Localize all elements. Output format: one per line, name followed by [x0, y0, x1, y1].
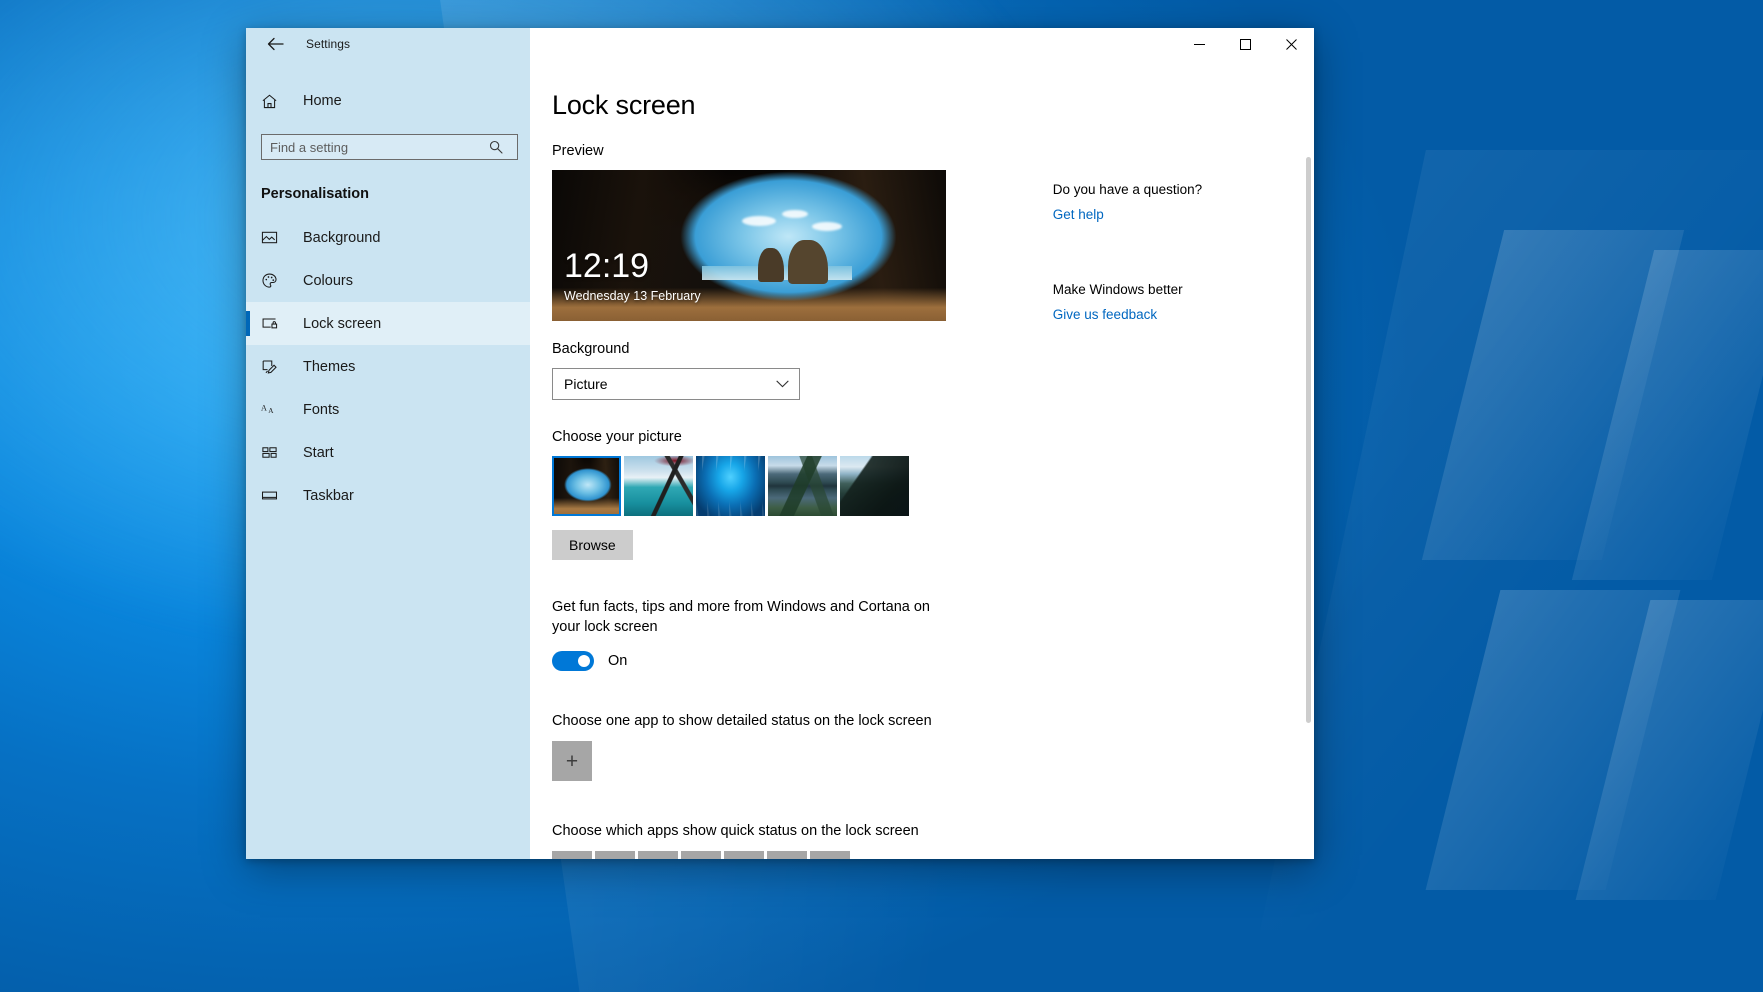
sidebar-item-background[interactable]: Background: [246, 216, 530, 259]
detailed-status-label: Choose one app to show detailed status o…: [552, 713, 932, 730]
title-bar: Settings: [246, 28, 1314, 60]
start-tiles-icon: [261, 444, 291, 461]
fun-facts-toggle[interactable]: [552, 651, 594, 672]
search-icon[interactable]: [487, 138, 505, 156]
background-dropdown-value: Picture: [564, 376, 608, 392]
help-question-heading: Do you have a question?: [1052, 182, 1203, 197]
mountain-lake-thumbnail[interactable]: [768, 456, 837, 516]
fun-facts-toggle-state: On: [608, 653, 628, 670]
add-quick-status-app-button[interactable]: +: [552, 851, 592, 859]
content-area: Lock screen Preview 12:19 Wednesday 13 F…: [530, 60, 1314, 859]
fun-facts-toggle-row: On: [552, 651, 1027, 672]
browse-button[interactable]: Browse: [552, 530, 633, 560]
sidebar-item-colours[interactable]: Colours: [246, 259, 530, 302]
quick-status-label: Choose which apps show quick status on t…: [552, 823, 919, 840]
palette-icon: [261, 272, 291, 289]
preview-cloud: [742, 216, 776, 226]
fonts-icon: A A: [261, 401, 291, 418]
preview-rock: [788, 240, 828, 284]
sidebar-item-home-label: Home: [303, 93, 342, 109]
sidebar-item-colours-label: Colours: [303, 272, 353, 289]
add-quick-status-app-button[interactable]: +: [810, 851, 850, 859]
sidebar-item-taskbar-label: Taskbar: [303, 487, 354, 504]
help-column: Do you have a question? Get help Make Wi…: [1027, 90, 1314, 859]
chevron-down-icon: [776, 380, 789, 388]
add-quick-status-app-button[interactable]: +: [681, 851, 721, 859]
sidebar-item-lock-screen[interactable]: Lock screen: [246, 302, 530, 345]
lagoon-thumbnail[interactable]: [624, 456, 693, 516]
window-title: Settings: [306, 37, 351, 51]
sidebar-item-taskbar[interactable]: Taskbar: [246, 474, 530, 517]
toggle-knob: [578, 655, 590, 668]
lock-screen-preview: 12:19 Wednesday 13 February: [552, 170, 946, 321]
sidebar-item-fonts[interactable]: A A Fonts: [246, 388, 530, 431]
quick-status-section: Choose which apps show quick status on t…: [552, 823, 1027, 859]
add-quick-status-app-button[interactable]: +: [595, 851, 635, 859]
sidebar-item-background-label: Background: [303, 229, 381, 246]
quick-status-slots: + + + + + + +: [552, 851, 1027, 859]
sidebar-item-start-label: Start: [303, 444, 334, 461]
back-button[interactable]: [258, 29, 292, 59]
coastal-cliff-thumbnail[interactable]: [840, 456, 909, 516]
help-feedback-block: Make Windows better Give us feedback: [1053, 282, 1314, 324]
page-title: Lock screen: [552, 90, 696, 120]
choose-picture-label: Choose your picture: [552, 429, 682, 445]
preview-label: Preview: [552, 143, 604, 159]
svg-text:A: A: [268, 407, 274, 415]
cave-beach-thumbnail[interactable]: [552, 456, 621, 516]
taskbar-icon: [261, 487, 291, 504]
window-body: Home Personalisation: [246, 60, 1314, 859]
fun-facts-description: Get fun facts, tips and more from Window…: [552, 599, 930, 635]
sidebar-category-title: Personalisation: [261, 186, 369, 202]
close-button[interactable]: [1268, 28, 1314, 60]
sidebar-item-home[interactable]: Home: [246, 82, 530, 120]
ice-cave-thumbnail[interactable]: [696, 456, 765, 516]
background-dropdown[interactable]: Picture: [552, 368, 800, 400]
content-scrollbar[interactable]: [1303, 60, 1314, 859]
window-controls: [530, 28, 1314, 60]
add-quick-status-app-button[interactable]: +: [724, 851, 764, 859]
sidebar-item-themes[interactable]: Themes: [246, 345, 530, 388]
main-column: Lock screen Preview 12:19 Wednesday 13 F…: [530, 90, 1027, 859]
help-feedback-heading: Make Windows better: [1052, 282, 1183, 297]
settings-sidebar: Home Personalisation: [246, 60, 530, 859]
svg-text:A: A: [261, 403, 267, 412]
detailed-status-slots: +: [552, 741, 1027, 782]
add-quick-status-app-button[interactable]: +: [767, 851, 807, 859]
preview-cloud: [812, 222, 842, 231]
preview-clock: 12:19: [564, 247, 650, 285]
preview-rock: [758, 248, 784, 282]
minimize-button[interactable]: [1176, 28, 1222, 60]
add-quick-status-app-button[interactable]: +: [638, 851, 678, 859]
add-detailed-status-app-button[interactable]: +: [552, 741, 592, 782]
picture-thumbnail-list: [552, 456, 1027, 516]
lock-screen-icon: [261, 315, 291, 332]
get-help-link[interactable]: Get help: [1053, 207, 1104, 222]
brush-icon: [261, 358, 291, 375]
title-bar-left: Settings: [246, 28, 530, 60]
detailed-status-section: Choose one app to show detailed status o…: [552, 713, 1027, 782]
give-feedback-link[interactable]: Give us feedback: [1053, 307, 1157, 322]
sidebar-item-fonts-label: Fonts: [303, 401, 340, 418]
search-input[interactable]: [261, 134, 518, 160]
sidebar-nav-list: Background Colours Lock screen Themes A …: [246, 216, 530, 517]
preview-date: Wednesday 13 February: [564, 289, 701, 303]
picture-icon: [261, 229, 291, 246]
preview-cloud: [782, 210, 808, 218]
search-box: [261, 134, 518, 160]
maximize-button[interactable]: [1222, 28, 1268, 60]
sidebar-item-lock-screen-label: Lock screen: [303, 315, 382, 332]
sidebar-item-themes-label: Themes: [303, 358, 356, 375]
sidebar-item-start[interactable]: Start: [246, 431, 530, 474]
background-label: Background: [552, 341, 630, 357]
help-question-block: Do you have a question? Get help: [1053, 182, 1314, 224]
settings-window: Settings Home Find a setting Personalisa…: [246, 28, 1314, 859]
home-icon: [261, 93, 291, 110]
scrollbar-thumb[interactable]: [1306, 157, 1311, 723]
